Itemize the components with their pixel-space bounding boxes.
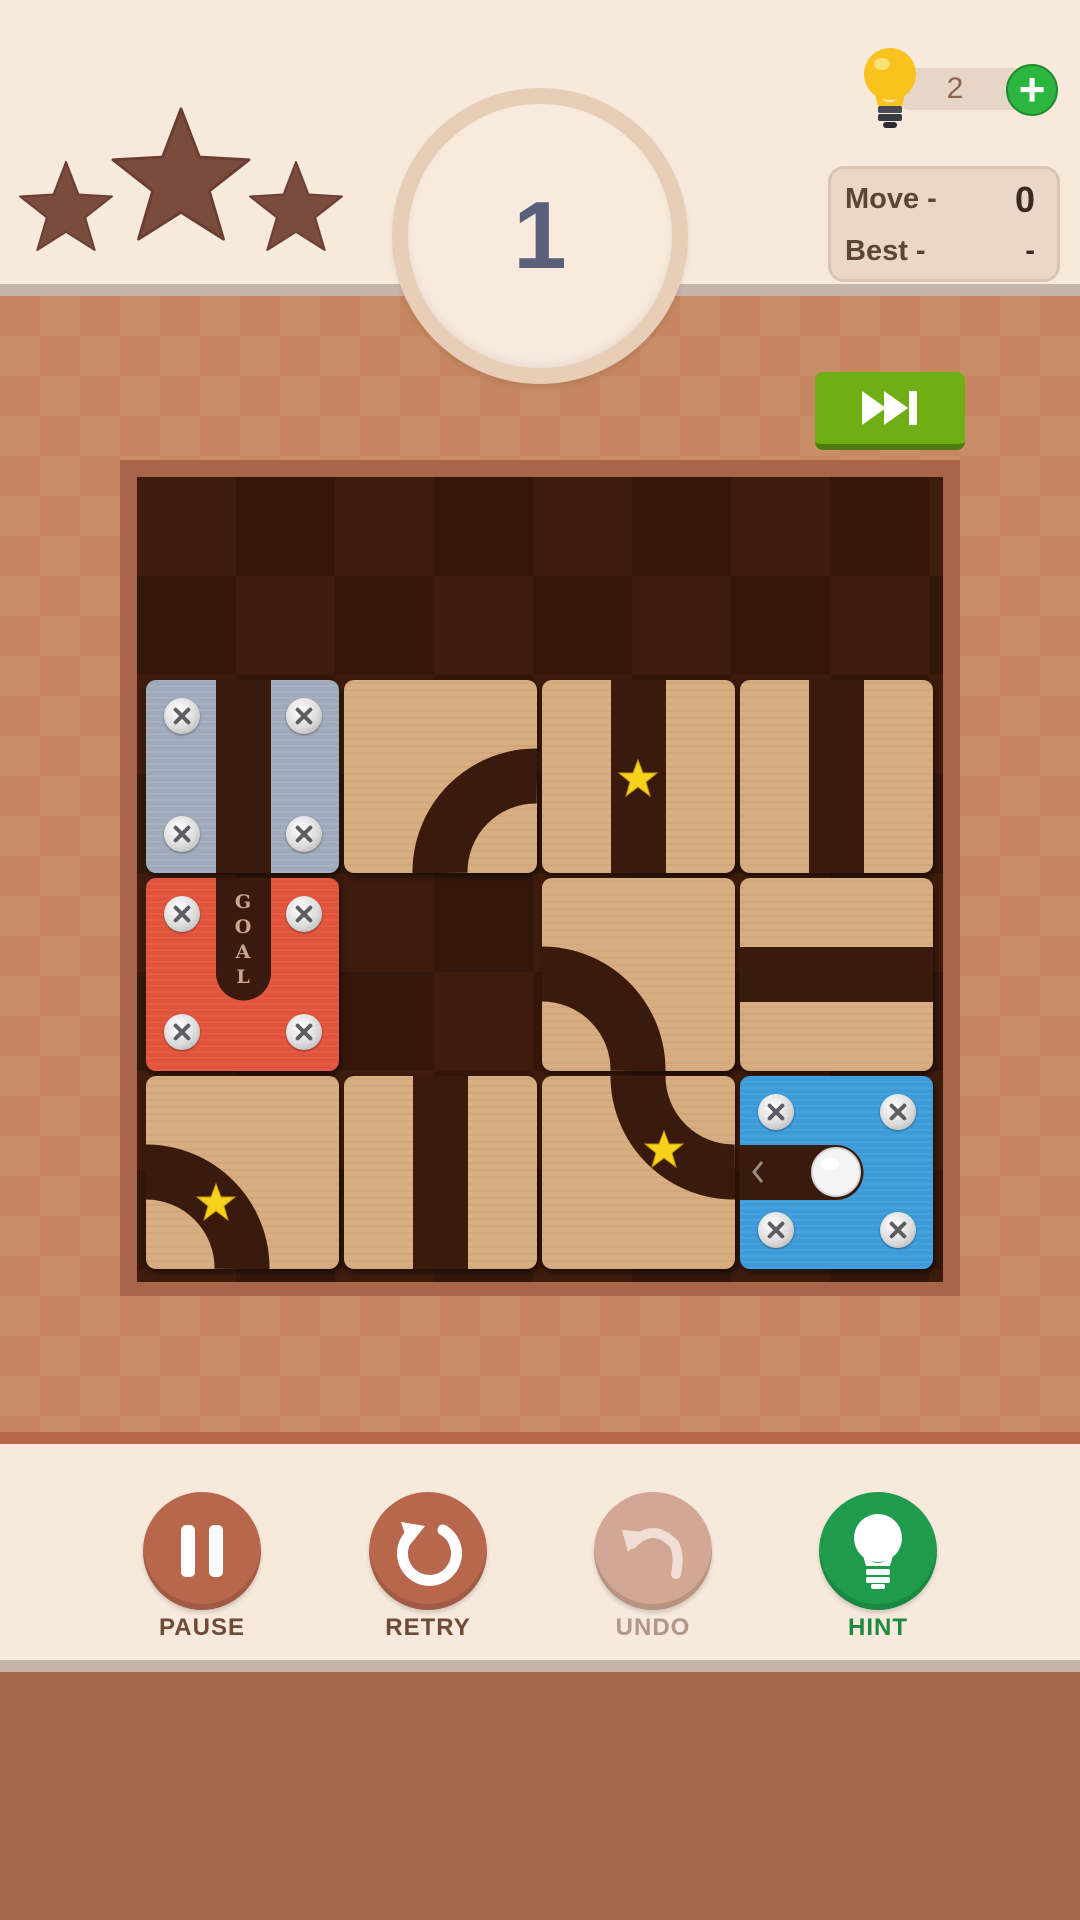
start-tile — [740, 1076, 933, 1269]
straight-vertical-tile[interactable] — [344, 1076, 537, 1269]
goal-label: GOAL — [234, 891, 252, 988]
move-value: 0 — [1014, 179, 1035, 220]
puzzle-board: GOAL — [137, 477, 943, 1282]
curve-tile[interactable] — [146, 1076, 339, 1269]
pause-icon — [181, 1525, 223, 1577]
curve-tile[interactable] — [344, 680, 537, 873]
hint-label: HINT — [848, 1614, 908, 1641]
straight-horizontal-tile[interactable] — [740, 878, 933, 1071]
lightbulb-icon — [854, 1514, 902, 1589]
star-left-icon — [19, 160, 113, 252]
level-stars — [0, 0, 360, 296]
undo-label: UNDO — [615, 1614, 691, 1641]
undo-button[interactable] — [594, 1492, 712, 1610]
curve-tile[interactable] — [542, 1076, 735, 1269]
hint-control: HINT — [788, 1492, 968, 1652]
hint-button[interactable] — [819, 1492, 937, 1610]
straight-vertical-tile[interactable] — [542, 680, 735, 873]
undo-control: UNDO — [563, 1492, 743, 1652]
move-label: Move - — [845, 183, 937, 215]
retry-icon — [397, 1522, 462, 1586]
retry-control: RETRY — [338, 1492, 518, 1652]
best-value: - — [1025, 235, 1035, 267]
straight-vertical-tile[interactable] — [740, 680, 933, 873]
moves-panel: Move - 0 Best - - — [828, 166, 1060, 282]
hint-count: 2 — [946, 72, 964, 105]
pause-label: PAUSE — [159, 1614, 245, 1641]
undo-icon — [622, 1528, 683, 1579]
add-hints-button[interactable]: + — [1006, 64, 1058, 116]
star-middle-icon — [111, 107, 251, 241]
skip-level-button[interactable] — [815, 372, 965, 450]
control-bar: PAUSE RETRY UNDO HINT — [0, 1432, 1080, 1672]
retry-button[interactable] — [369, 1492, 487, 1610]
bottom-panel — [0, 1672, 1080, 1920]
curve-tile[interactable] — [542, 878, 735, 1071]
goal-tile: GOAL — [146, 878, 339, 1071]
star-right-icon — [249, 160, 343, 252]
best-label: Best - — [845, 235, 926, 267]
lightbulb-icon — [864, 48, 916, 128]
pause-control: PAUSE — [112, 1492, 292, 1652]
pause-button[interactable] — [143, 1492, 261, 1610]
hint-counter: 2 + — [860, 44, 1060, 128]
fast-forward-icon — [862, 391, 917, 425]
fixed-steel-tile — [146, 680, 339, 873]
retry-label: RETRY — [385, 1614, 471, 1641]
level-number: 1 — [513, 182, 567, 289]
ball — [811, 1147, 861, 1197]
level-badge: 1 — [392, 88, 688, 384]
